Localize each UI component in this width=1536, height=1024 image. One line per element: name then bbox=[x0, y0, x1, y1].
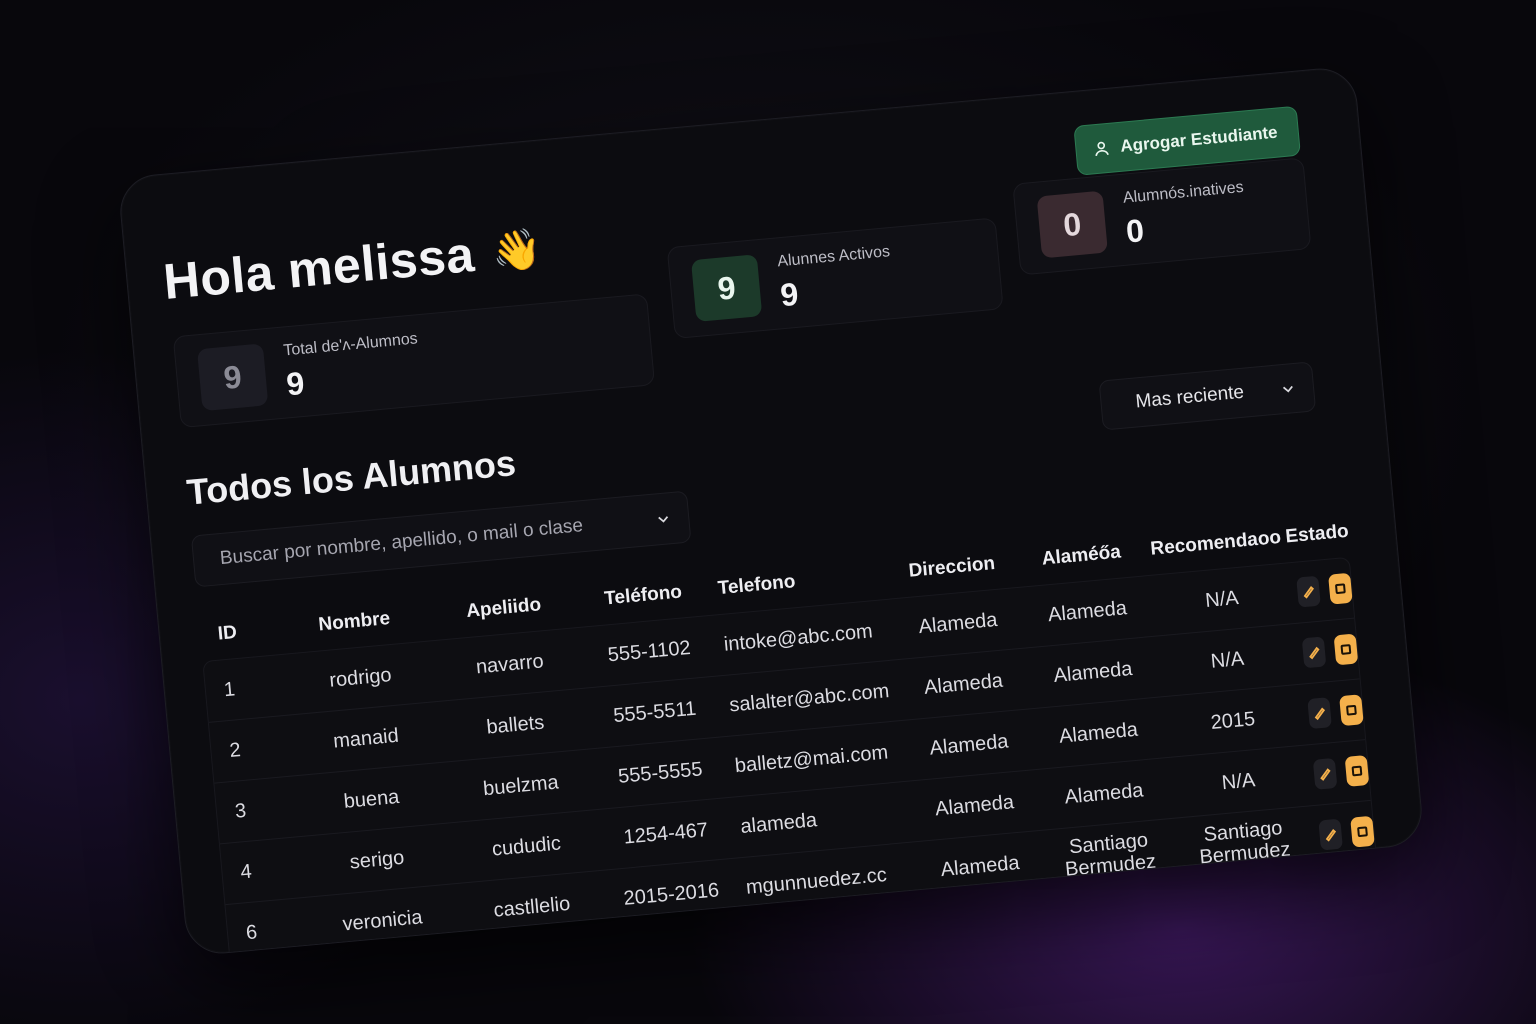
cell-apellido: buelzma bbox=[482, 771, 560, 801]
greeting-heading: Hola melissa 👋 bbox=[161, 219, 545, 311]
cell-telefono: 555-5511 bbox=[612, 697, 698, 728]
cell-telefono: 2015-2016 bbox=[622, 879, 720, 910]
stat-total-value: 9 bbox=[284, 364, 306, 402]
stat-active-value: 9 bbox=[778, 275, 800, 313]
cell-nombre: veronicia bbox=[341, 906, 424, 936]
cell-id: 1 bbox=[223, 678, 237, 702]
stat-inactive-badge: 0 bbox=[1036, 190, 1108, 259]
stop-icon bbox=[1357, 826, 1368, 837]
cell-estado-actions bbox=[1312, 815, 1375, 851]
cell-alameda: Alameda bbox=[1047, 597, 1128, 627]
add-student-label: Agrogar Estudiante bbox=[1119, 122, 1279, 156]
greeting-text: Hola melissa bbox=[161, 225, 477, 310]
deactivate-button[interactable] bbox=[1350, 815, 1375, 848]
cell-apellido: castllelio bbox=[492, 892, 572, 922]
cell-nombre: buena bbox=[342, 785, 401, 813]
cell-nombre: manaid bbox=[332, 724, 400, 753]
edit-button[interactable] bbox=[1307, 697, 1332, 730]
waving-hand-icon: 👋 bbox=[490, 226, 545, 275]
stat-active-label: Alunnes Activos bbox=[776, 242, 891, 270]
stop-icon bbox=[1340, 644, 1352, 655]
search-input[interactable] bbox=[217, 508, 642, 572]
stat-active-badge: 9 bbox=[690, 254, 763, 322]
deactivate-button[interactable] bbox=[1328, 572, 1353, 605]
dashboard-card: Hola melissa 👋 Agrogar Estudiante 9 Tota… bbox=[117, 65, 1425, 957]
cell-estado-actions bbox=[1301, 694, 1364, 730]
cell-recomendado: 2015 bbox=[1209, 708, 1257, 734]
cell-telefono-2: mgunnuedez.cc bbox=[745, 864, 888, 899]
cell-telefono-2: balletz@mai.com bbox=[733, 741, 890, 778]
cell-estado-actions bbox=[1290, 572, 1353, 608]
cell-telefono-2: salalter@abc.com bbox=[728, 680, 891, 717]
cell-id: 2 bbox=[228, 739, 242, 763]
cell-estado-actions bbox=[1296, 633, 1359, 669]
edit-button[interactable] bbox=[1301, 636, 1327, 669]
cell-id: 6 bbox=[245, 921, 259, 945]
stat-total-students: 9 Total de'ʌ-Alumnos 9 bbox=[172, 293, 656, 429]
cell-alameda: Santiago Bermudez bbox=[1064, 829, 1157, 881]
deactivate-button[interactable] bbox=[1339, 694, 1364, 727]
edit-button[interactable] bbox=[1318, 818, 1343, 851]
stat-total-badge: 9 bbox=[196, 343, 269, 412]
pencil-icon bbox=[1309, 646, 1320, 660]
edit-button[interactable] bbox=[1312, 757, 1338, 790]
cell-alameda: Alameda bbox=[1063, 779, 1145, 809]
cell-id: 4 bbox=[239, 860, 253, 884]
students-section-title: Todos los Alumnos bbox=[185, 442, 518, 513]
cell-estado-actions bbox=[1307, 755, 1370, 790]
cell-alameda: Alameda bbox=[1058, 718, 1139, 748]
deactivate-button[interactable] bbox=[1333, 633, 1359, 666]
cell-direccion: Alameda bbox=[934, 791, 1015, 821]
cell-apellido: navarro bbox=[475, 650, 545, 679]
cell-nombre: rodrigo bbox=[328, 664, 393, 692]
cell-direccion: Alameda bbox=[923, 669, 1004, 699]
cell-apellido: cududic bbox=[491, 832, 562, 861]
cell-telefono-2: intoke@abc.com bbox=[722, 620, 874, 656]
user-icon bbox=[1095, 141, 1109, 157]
pencil-icon bbox=[1325, 829, 1337, 842]
sort-dropdown[interactable]: Mas reciente bbox=[1098, 361, 1317, 431]
cell-apellido: ballets bbox=[485, 711, 546, 739]
pencil-icon bbox=[1303, 586, 1314, 599]
cell-direccion: Alameda bbox=[939, 851, 1021, 882]
cell-id: 3 bbox=[234, 799, 248, 823]
cell-direccion: Alameda bbox=[928, 730, 1010, 760]
cell-recomendado: N/A bbox=[1220, 769, 1257, 795]
pencil-icon bbox=[1320, 768, 1331, 781]
cell-recomendado: N/A bbox=[1204, 587, 1240, 612]
cell-telefono-2: alameda bbox=[739, 809, 818, 839]
sort-selected-value: Mas reciente bbox=[1134, 381, 1245, 413]
deactivate-button[interactable] bbox=[1344, 755, 1370, 787]
chevron-down-icon[interactable] bbox=[656, 511, 671, 526]
cell-telefono: 555-5555 bbox=[617, 758, 704, 788]
edit-button[interactable] bbox=[1296, 575, 1321, 608]
column-header-id[interactable]: ID bbox=[199, 618, 282, 657]
stop-icon bbox=[1351, 765, 1363, 777]
stop-icon bbox=[1346, 704, 1357, 716]
cell-recomendado: Santiago Bermudez bbox=[1198, 817, 1292, 869]
cell-recomendado: N/A bbox=[1209, 647, 1246, 673]
stop-icon bbox=[1335, 583, 1346, 594]
cell-nombre: serigo bbox=[348, 846, 406, 874]
cell-telefono: 1254-467 bbox=[622, 819, 709, 849]
cell-direccion: Alameda bbox=[917, 608, 999, 639]
column-header-estado[interactable]: Estado bbox=[1285, 521, 1350, 558]
stat-inactive-students: 0 Alumnós.inatives 0 bbox=[1012, 157, 1312, 276]
pencil-icon bbox=[1314, 707, 1326, 721]
stat-active-students: 9 Alunnes Activos 9 bbox=[666, 217, 1004, 339]
chevron-down-icon bbox=[1282, 385, 1293, 393]
cell-alameda: Alameda bbox=[1052, 657, 1134, 688]
cell-telefono: 555-1102 bbox=[606, 636, 692, 667]
stat-inactive-value: 0 bbox=[1124, 211, 1146, 250]
